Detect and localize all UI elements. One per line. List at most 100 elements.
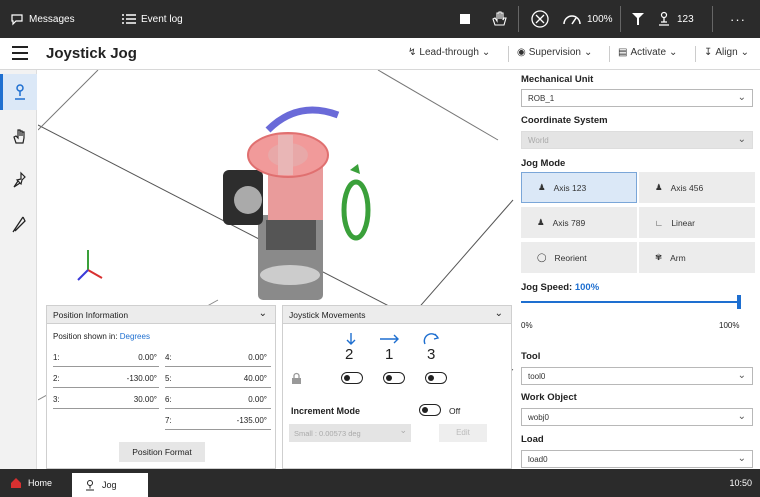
- position-format-button[interactable]: Position Format: [119, 442, 205, 462]
- chevron-down-icon[interactable]: ⌄: [259, 308, 267, 319]
- list-icon: [122, 14, 136, 24]
- axis-value: -130.00°: [126, 374, 157, 383]
- event-log-label: Event log: [141, 13, 183, 25]
- operating-mode-button[interactable]: [530, 0, 550, 38]
- mechanical-unit-select[interactable]: ROB_1 ⌄: [521, 89, 753, 107]
- position-unit-link[interactable]: Degrees: [120, 332, 150, 341]
- axis-value: -135.00°: [236, 416, 267, 425]
- jog-mode-arm[interactable]: ✾ Arm: [639, 242, 755, 273]
- hamburger-menu-icon[interactable]: [12, 46, 28, 60]
- chevron-down-icon[interactable]: ⌄: [495, 308, 503, 319]
- increment-mode-toggle[interactable]: [419, 404, 441, 416]
- chevron-down-icon: ⌄: [737, 411, 746, 422]
- axis-value: 30.00°: [133, 395, 157, 404]
- jog-speed-slider[interactable]: [521, 295, 741, 309]
- linear-icon: ∟: [655, 217, 664, 228]
- jog-speed-min: 0%: [521, 321, 533, 330]
- hand-icon: [492, 11, 507, 26]
- event-log-button[interactable]: Event log: [122, 0, 183, 38]
- robot-axis-icon: ♟: [655, 182, 663, 192]
- jog-icon: [15, 84, 25, 100]
- load-label: Load: [521, 434, 544, 445]
- coordinate-system-select[interactable]: World ⌄: [521, 131, 753, 149]
- robot-axis-icon: ♟: [538, 182, 546, 192]
- home-label: Home: [28, 478, 53, 488]
- joystick-direction-label: 2: [345, 346, 354, 363]
- jog-mode-label: Arm: [670, 252, 686, 263]
- clock: 10:50: [729, 478, 752, 488]
- direction-lock-toggle[interactable]: [341, 372, 363, 384]
- measure-button[interactable]: [0, 206, 37, 242]
- work-object-label: Work Object: [521, 392, 577, 403]
- robot-axis-icon: ♟: [537, 217, 545, 227]
- page-title: Joystick Jog: [46, 45, 137, 62]
- direction-right-arrow-icon: [380, 334, 399, 344]
- align-button[interactable]: ↧ Align ⌄: [704, 47, 749, 58]
- direction-lock-toggle[interactable]: [383, 372, 405, 384]
- home-icon: [11, 478, 21, 488]
- joystick-direction-label: 3: [427, 346, 436, 363]
- jog-mode-axis-456[interactable]: ♟ Axis 456: [639, 172, 755, 203]
- lead-through-button[interactable]: ↯ Lead-through ⌄: [408, 47, 490, 58]
- jog-speed-fill: [521, 301, 741, 303]
- robot-arm-icon: [659, 11, 669, 26]
- robot-3d-view[interactable]: Position Information ⌄ Position shown in…: [38, 70, 515, 469]
- speed-button[interactable]: 100%: [562, 0, 613, 38]
- chevron-down-icon: ⌄: [737, 134, 746, 145]
- joystick-movements-header[interactable]: Joystick Movements ⌄: [283, 306, 511, 324]
- jog-settings-pane: Mechanical Unit ROB_1 ⌄ Coordinate Syste…: [515, 70, 760, 469]
- load-select[interactable]: load0 ⌄: [521, 450, 753, 468]
- jog-mode-label: Axis 123: [553, 182, 587, 193]
- chevron-down-icon: ⌄: [584, 47, 593, 58]
- more-menu-button[interactable]: ···: [730, 0, 746, 38]
- motors-button[interactable]: [490, 0, 508, 38]
- jog-speed-title: Jog Speed:: [521, 282, 573, 293]
- position-shown-in-label: Position shown in:: [53, 332, 118, 341]
- chevron-down-icon: ⌄: [740, 47, 750, 58]
- increment-edit-button[interactable]: Edit: [439, 424, 487, 442]
- pin-icon: [13, 171, 26, 188]
- lock-icon[interactable]: [291, 372, 302, 385]
- align-arrow-icon: ↧: [704, 47, 713, 58]
- stop-button[interactable]: [460, 0, 470, 38]
- side-toolbar: [0, 70, 37, 469]
- pin-button[interactable]: [0, 162, 37, 198]
- jog-mode-linear[interactable]: ∟ Linear: [639, 207, 755, 238]
- jog-mode-axis-123[interactable]: ♟ Axis 123: [521, 172, 637, 203]
- joystick-movements-title: Joystick Movements: [289, 310, 366, 320]
- activate-button[interactable]: ▤ Activate ⌄: [618, 47, 677, 58]
- increment-size-select[interactable]: Small : 0.00573 deg ⌄: [289, 424, 411, 442]
- jog-mode-label: Linear: [671, 217, 695, 228]
- mech-unit-value: 123: [677, 13, 694, 25]
- axis-label: 1:: [53, 353, 60, 362]
- align-label: Align: [715, 47, 738, 58]
- supervision-button[interactable]: ◉ Supervision ⌄: [517, 47, 592, 58]
- jog-mode-axis-789[interactable]: ♟ Axis 789: [521, 207, 637, 238]
- jog-icon: [86, 480, 94, 491]
- work-object-select[interactable]: wobj0 ⌄: [521, 408, 753, 426]
- compass-tool-icon: [11, 216, 26, 233]
- tool-icon: [632, 13, 644, 25]
- hand-guide-button[interactable]: [0, 118, 37, 154]
- direction-down-arrow-icon: [346, 333, 356, 345]
- direction-lock-toggle[interactable]: [425, 372, 447, 384]
- position-information-header[interactable]: Position Information ⌄: [47, 306, 275, 324]
- home-button[interactable]: Home: [10, 469, 52, 497]
- mechanical-unit-value: ROB_1: [528, 94, 555, 103]
- axis-label: 3:: [53, 395, 60, 404]
- lead-through-label: Lead-through: [419, 47, 479, 58]
- axis-label: 6:: [165, 395, 172, 404]
- jog-app-tab[interactable]: Jog: [72, 473, 148, 497]
- load-value: load0: [528, 455, 548, 464]
- tool-button[interactable]: [630, 0, 646, 38]
- activate-icon: ▤: [618, 47, 628, 58]
- messages-button[interactable]: Messages: [10, 0, 75, 38]
- axis-value: 0.00°: [248, 395, 267, 404]
- jog-mode-reorient[interactable]: ◯ Reorient: [521, 242, 637, 273]
- tool-select[interactable]: tool0 ⌄: [521, 367, 753, 385]
- jog-view-button[interactable]: [0, 74, 37, 110]
- increment-size-value: Small : 0.00573 deg: [294, 429, 361, 438]
- jog-speed-thumb[interactable]: [737, 295, 741, 309]
- speed-value: 100%: [587, 13, 613, 25]
- mechanical-unit-button[interactable]: 123: [656, 0, 694, 38]
